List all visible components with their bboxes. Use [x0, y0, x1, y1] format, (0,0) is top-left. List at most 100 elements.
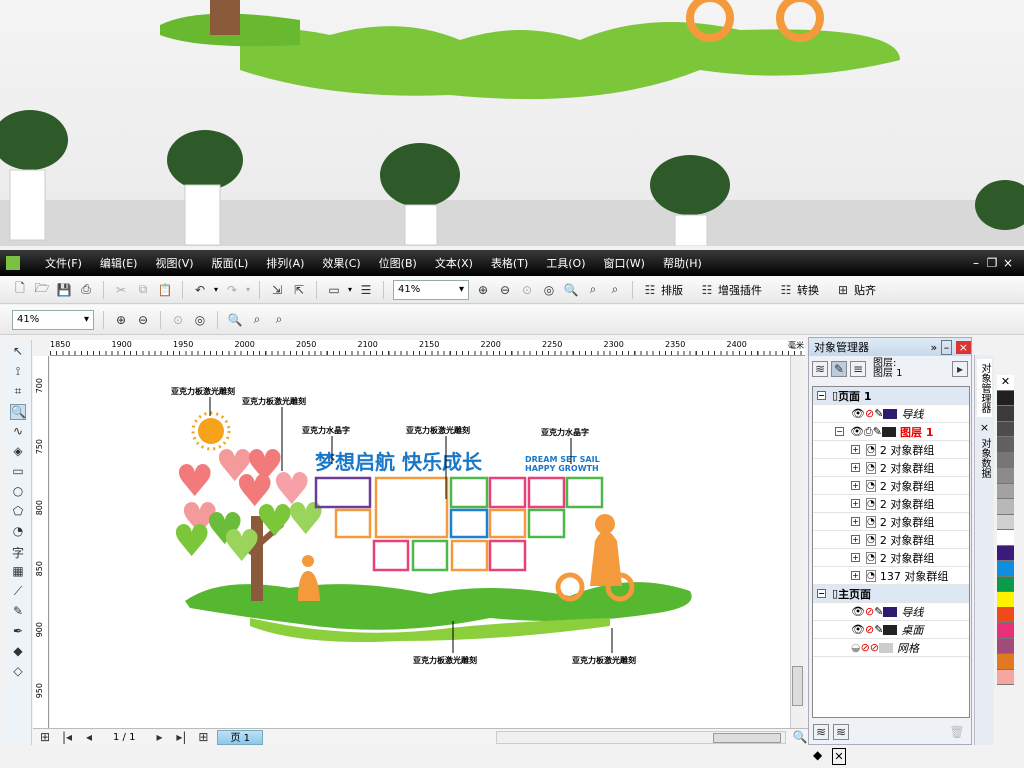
tree-layer-1[interactable]: − 👁 ⎙ ✎ 图层 1	[813, 423, 969, 441]
app-launcher-icon[interactable]: ▭	[326, 282, 342, 298]
pencil-icon[interactable]: ✎	[874, 623, 883, 636]
no-color-swatch[interactable]: ✕	[997, 375, 1014, 391]
smart-fill-icon[interactable]: ◈	[10, 444, 26, 460]
expand-icon[interactable]: +	[851, 553, 860, 562]
expand-icon[interactable]: +	[851, 463, 860, 472]
color-swatch[interactable]	[997, 607, 1014, 623]
copy-icon[interactable]: ⧉	[135, 282, 151, 298]
horizontal-scrollbar[interactable]	[496, 730, 786, 744]
pencil-icon[interactable]: ✎	[874, 407, 883, 420]
first-page-icon[interactable]: |◂	[59, 729, 75, 745]
close-icon[interactable]: ×	[955, 340, 971, 354]
rectangle-tool-icon[interactable]: ▭	[10, 464, 26, 480]
tree-object-group[interactable]: + ◔ 2 对象群组	[813, 459, 969, 477]
zoom-out-icon[interactable]: ⊖	[135, 312, 151, 328]
color-swatch[interactable]	[997, 452, 1014, 468]
eye-icon[interactable]: 👁	[851, 605, 865, 618]
polygon-tool-icon[interactable]: ⬠	[10, 504, 26, 520]
import-icon[interactable]: ⇲	[269, 282, 285, 298]
new-layer-icon[interactable]: ≋	[813, 724, 829, 740]
eye-icon[interactable]: 👁	[851, 407, 865, 420]
color-swatch[interactable]	[997, 638, 1014, 654]
paste-icon[interactable]: 📋	[157, 282, 173, 298]
new-master-layer-icon[interactable]: ≋	[833, 724, 849, 740]
delete-icon[interactable]: 🗑	[949, 724, 965, 740]
undo-icon[interactable]: ↶	[192, 282, 208, 298]
zoom-width-icon[interactable]: ⌕	[249, 312, 265, 328]
show-properties-icon[interactable]: ≋	[812, 361, 828, 377]
menu-text[interactable]: 文本(X)	[426, 255, 482, 271]
color-swatch[interactable]	[997, 623, 1014, 639]
close-tab-icon[interactable]: ×	[975, 421, 994, 434]
print-icon[interactable]: ⎙	[78, 282, 94, 298]
close-icon[interactable]: ×	[1000, 255, 1016, 271]
basic-shapes-icon[interactable]: ◔	[10, 524, 26, 540]
zoom-selected-icon[interactable]: ⊙	[170, 312, 186, 328]
menu-file[interactable]: 文件(F)	[36, 255, 91, 271]
pencil-icon[interactable]: ✎	[873, 425, 882, 438]
menu-table[interactable]: 表格(T)	[482, 255, 537, 271]
last-page-icon[interactable]: ▸|	[173, 729, 189, 745]
eye-hidden-icon[interactable]: ◒	[851, 641, 861, 654]
tree-object-group[interactable]: + ◔ 2 对象群组	[813, 531, 969, 549]
prev-page-icon[interactable]: ◂	[81, 729, 97, 745]
shape-tool-icon[interactable]: ⟟	[10, 364, 26, 380]
color-swatch[interactable]	[997, 406, 1014, 422]
expand-icon[interactable]: +	[851, 517, 860, 526]
zoom-page-icon[interactable]: 🔍	[563, 282, 579, 298]
add-page-icon[interactable]: ⊞	[195, 729, 211, 745]
zoom-level-combo-2[interactable]: 41% ▾	[12, 309, 94, 330]
zoom-page-icon[interactable]: 🔍	[227, 312, 243, 328]
zoom-level-combo[interactable]: 41% ▾	[393, 279, 470, 300]
interactive-fill-icon[interactable]: ◇	[10, 664, 26, 680]
color-swatch[interactable]	[997, 545, 1014, 561]
zoom-height-icon[interactable]: ⌕	[607, 282, 623, 298]
zoom-selected-icon[interactable]: ⊙	[519, 282, 535, 298]
color-swatch[interactable]	[997, 437, 1014, 453]
expand-icon[interactable]: +	[851, 571, 860, 580]
save-icon[interactable]: 💾	[56, 282, 72, 298]
color-swatch[interactable]	[997, 561, 1014, 577]
collapse-icon[interactable]: −	[835, 427, 844, 436]
tree-master-guides[interactable]: 👁 ⊘ ✎ 导线	[813, 603, 969, 621]
scroll-thumb[interactable]	[713, 732, 781, 743]
tree-object-group[interactable]: + ◔ 2 对象群组	[813, 549, 969, 567]
collapse-icon[interactable]: −	[817, 589, 826, 598]
zoom-width-icon[interactable]: ⌕	[585, 282, 601, 298]
menu-effects[interactable]: 效果(C)	[313, 255, 369, 271]
color-swatch[interactable]	[997, 530, 1014, 546]
tree-object-group[interactable]: + ◔ 2 对象群组	[813, 513, 969, 531]
tree-object-group[interactable]: + ◔ 2 对象群组	[813, 477, 969, 495]
no-print-icon[interactable]: ⊘	[865, 605, 874, 618]
scroll-thumb[interactable]	[792, 666, 803, 706]
expand-icon[interactable]: +	[851, 535, 860, 544]
color-swatch[interactable]	[997, 421, 1014, 437]
tree-desktop[interactable]: 👁 ⊘ ✎ 桌面	[813, 621, 969, 639]
text-tool-icon[interactable]: 字	[10, 544, 26, 560]
tree-object-group[interactable]: + ◔ 137 对象群组	[813, 567, 969, 585]
flyout-arrow-icon[interactable]: ▸	[952, 361, 968, 377]
vertical-ruler[interactable]: 700 750 800 850 900 950	[33, 356, 49, 728]
plugin-convert-button[interactable]: ☷ 转换	[778, 282, 819, 298]
table-tool-icon[interactable]: ▦	[10, 564, 26, 580]
pick-tool-icon[interactable]: ↖	[10, 344, 26, 360]
redo-icon[interactable]: ↷	[224, 282, 240, 298]
menu-view[interactable]: 视图(V)	[146, 255, 202, 271]
layer-manager-view-icon[interactable]: ≡	[850, 361, 866, 377]
expand-icon[interactable]: +	[851, 481, 860, 490]
tree-object-group[interactable]: + ◔ 2 对象群组	[813, 495, 969, 513]
menu-help[interactable]: 帮助(H)	[654, 255, 711, 271]
plugin-layout-button[interactable]: ☷ 排版	[642, 282, 683, 298]
no-print-icon[interactable]: ⊘	[861, 641, 870, 654]
tree-grid[interactable]: ◒ ⊘ ⊘ 网格	[813, 639, 969, 657]
open-icon[interactable]: 🗁	[34, 281, 50, 298]
pencil-icon[interactable]: ✎	[874, 605, 883, 618]
horizontal-ruler[interactable]: 1850 1900 1950 2000 2050 2100 2150 2200 2250 2300…	[50, 340, 805, 356]
color-swatch[interactable]	[997, 669, 1014, 685]
eye-icon[interactable]: 👁	[850, 425, 864, 438]
no-print-icon[interactable]: ⊘	[865, 407, 874, 420]
next-page-icon[interactable]: ▸	[151, 729, 167, 745]
no-print-icon[interactable]: ⊘	[865, 623, 874, 636]
crop-tool-icon[interactable]: ⌗	[10, 384, 26, 400]
minimize-icon[interactable]: –	[940, 339, 953, 355]
